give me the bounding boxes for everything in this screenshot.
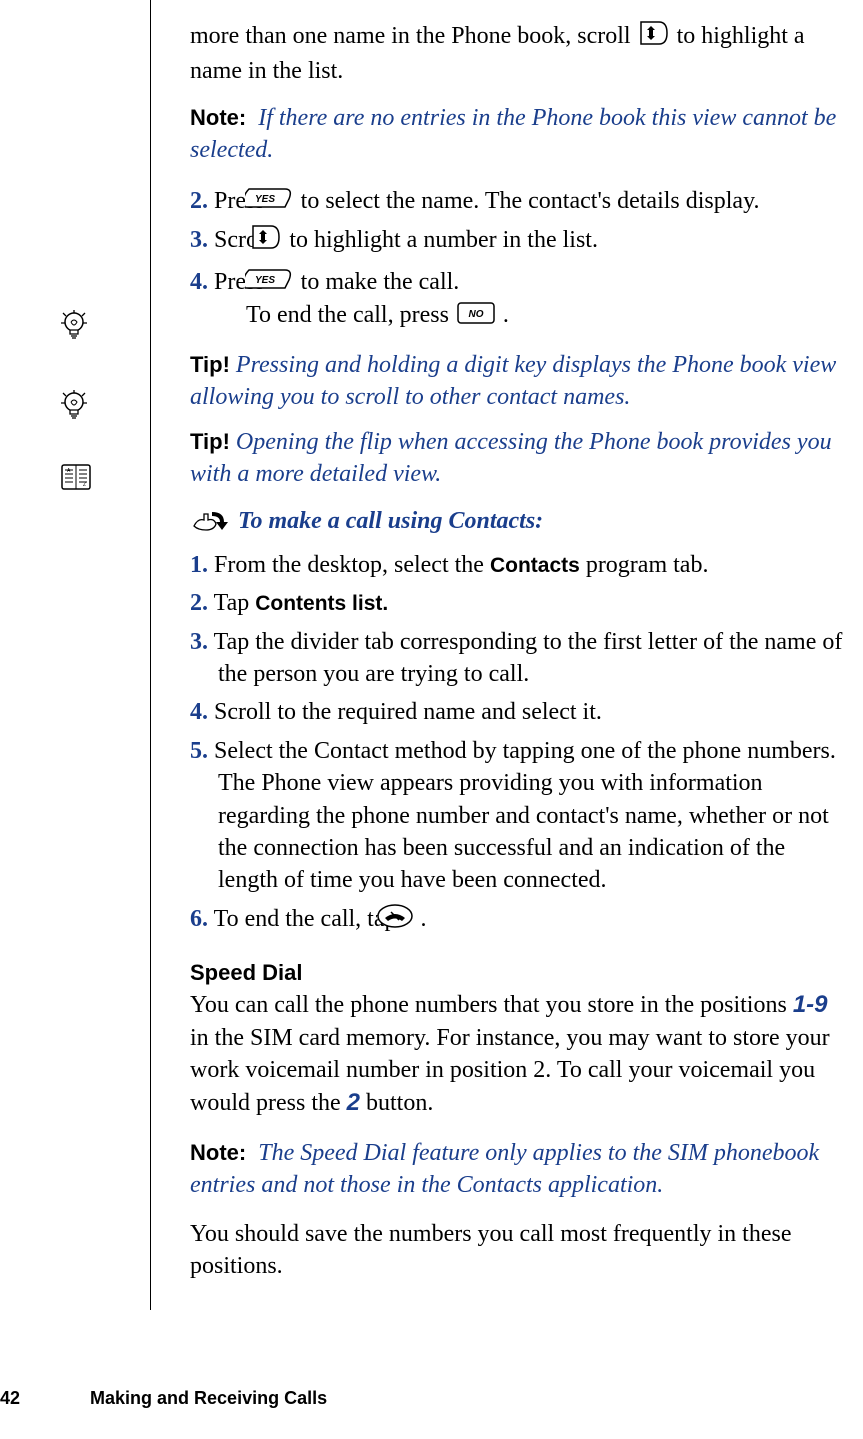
text: to highlight a number in the list. <box>289 227 598 253</box>
list-item: 6. To end the call, tap . <box>190 903 850 937</box>
yes-key-icon <box>273 267 293 299</box>
text: Scroll to the required name and select i… <box>214 699 602 725</box>
step-number: 1. <box>190 552 208 578</box>
text: program tab. <box>580 552 709 578</box>
intro-paragraph: more than one name in the Phone book, sc… <box>190 20 850 88</box>
text: in the SIM card memory. For instance, yo… <box>190 1025 830 1116</box>
step-number: 6. <box>190 906 208 932</box>
tip-text: Opening the flip when accessing the Phon… <box>190 429 832 487</box>
page-footer: 42 Making and Receiving Calls <box>0 1388 327 1409</box>
speed-dial-heading: Speed Dial <box>190 957 850 989</box>
list-item: 2. Tap Contents list. <box>190 587 850 619</box>
list-item: 4. Scroll to the required name and selec… <box>190 696 850 728</box>
step-number: 2. <box>190 590 208 616</box>
step-number: 4. <box>190 699 208 725</box>
step-number: 4. <box>190 269 208 295</box>
step-number: 5. <box>190 738 208 764</box>
ui-term: Contacts <box>490 554 580 577</box>
no-key-icon <box>457 301 495 333</box>
speed-dial-paragraph: You can call the phone numbers that you … <box>190 989 850 1119</box>
tip-text: Pressing and holding a digit key display… <box>190 352 836 410</box>
page: more than one name in the Phone book, sc… <box>0 0 863 1439</box>
tip-label: Tip! <box>190 429 230 454</box>
list-item: 3. Tap the divider tab corresponding to … <box>190 626 850 691</box>
text: From the desktop, select the <box>214 552 490 578</box>
step-number: 3. <box>190 629 208 655</box>
contacts-book-icon <box>60 464 92 490</box>
tip-label: Tip! <box>190 352 230 377</box>
note-block: Note: The Speed Dial feature only applie… <box>190 1137 850 1202</box>
list-item: 1. From the desktop, select the Contacts… <box>190 549 850 581</box>
step-list-a: 2. Press to select the name. The contact… <box>190 185 850 333</box>
sub-line: To end the call, press . <box>218 299 850 333</box>
text: . <box>503 302 509 328</box>
heading-text: Speed Dial <box>190 960 302 985</box>
text: You should save the numbers you call mos… <box>190 1221 791 1279</box>
text: To end the call, press <box>246 302 455 328</box>
tip-block: Tip! Pressing and holding a digit key di… <box>190 349 850 414</box>
vertical-rule <box>150 0 151 1310</box>
tip-block: Tip! Opening the flip when accessing the… <box>190 426 850 491</box>
tip-bulb-icon <box>60 310 88 340</box>
list-item: 3. Scroll to highlight a number in the l… <box>190 224 850 259</box>
ui-term: Contents list. <box>255 592 388 615</box>
list-item: 2. Press to select the name. The contact… <box>190 185 850 219</box>
scroll-key-icon <box>279 224 281 259</box>
content-body: more than one name in the Phone book, sc… <box>190 20 850 1291</box>
text: . <box>421 906 427 932</box>
page-number: 42 <box>0 1388 20 1409</box>
note-label: Note: <box>190 105 246 130</box>
text: Tap <box>214 590 256 616</box>
note-text: The Speed Dial feature only applies to t… <box>190 1140 819 1198</box>
text: to select the name. The contact's detail… <box>301 188 760 214</box>
note-block: Note: If there are no entries in the Pho… <box>190 102 850 167</box>
scroll-key-icon <box>639 20 669 55</box>
procedure-title: To make a call using Contacts: <box>238 508 543 534</box>
text: more than one name in the Phone book, sc… <box>190 23 637 49</box>
text: button. <box>360 1090 433 1116</box>
text: to make the call. <box>301 269 460 295</box>
end-call-icon <box>405 904 413 937</box>
text: To end the call, tap <box>214 906 403 932</box>
tip-bulb-icon <box>60 390 88 420</box>
text: You can call the phone numbers that you … <box>190 992 793 1018</box>
list-item: 4. Press to make the call. To end the ca… <box>190 266 850 333</box>
key-range: 1-9 <box>793 991 828 1018</box>
hand-arrow-icon <box>192 508 230 541</box>
yes-key-icon <box>273 186 293 218</box>
step-number: 2. <box>190 188 208 214</box>
closing-paragraph: You should save the numbers you call mos… <box>190 1218 850 1283</box>
note-text: If there are no entries in the Phone boo… <box>190 105 836 163</box>
text: Tap the divider tab corresponding to the… <box>214 629 843 687</box>
procedure-heading: To make a call using Contacts: <box>190 505 850 541</box>
chapter-title: Making and Receiving Calls <box>90 1388 327 1409</box>
note-label: Note: <box>190 1140 246 1165</box>
key-digit: 2 <box>347 1089 360 1116</box>
list-item: 5. Select the Contact method by tapping … <box>190 735 850 897</box>
text: Select the Contact method by tapping one… <box>214 738 836 894</box>
step-list-b: 1. From the desktop, select the Contacts… <box>190 549 850 937</box>
step-number: 3. <box>190 227 208 253</box>
